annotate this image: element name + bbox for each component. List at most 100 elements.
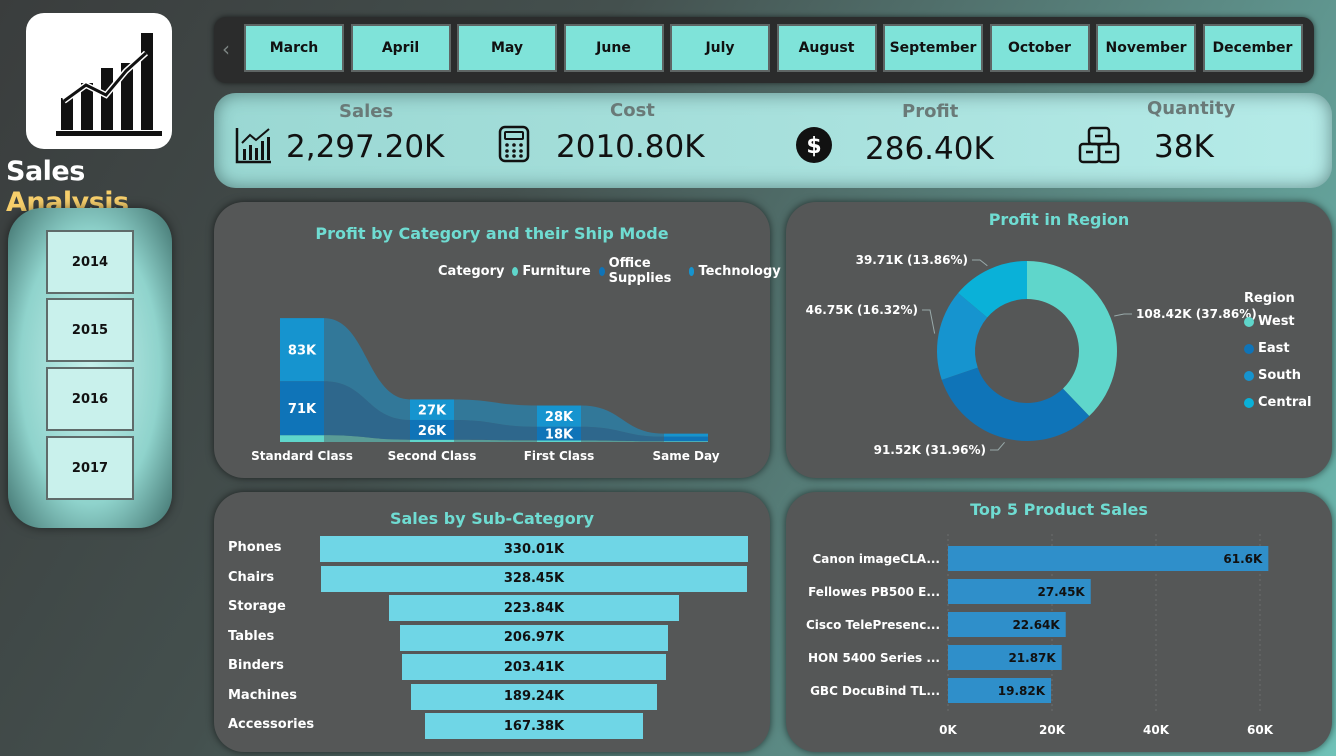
region-legend-item-central[interactable]: Central bbox=[1244, 395, 1311, 410]
ship-mode-ribbon-chart: Standard Class Second Class First Class Sam… bbox=[251, 318, 720, 463]
svg-text:$: $ bbox=[806, 134, 821, 159]
year-button-2017[interactable]: 2017 bbox=[46, 436, 134, 500]
calculator-icon bbox=[498, 125, 530, 163]
legend-dot bbox=[1244, 316, 1254, 327]
month-button-august[interactable]: August bbox=[776, 24, 877, 72]
year-button-2015[interactable]: 2015 bbox=[46, 298, 134, 362]
subcategory-bar: 189.24K bbox=[411, 683, 657, 710]
subcategory-label: Phones bbox=[228, 540, 282, 555]
donut-slice-east bbox=[941, 367, 1090, 441]
ship-mode-card: Profit by Category and their Ship Mode C… bbox=[214, 202, 781, 478]
subcategory-label: Tables bbox=[228, 628, 275, 644]
product-value-label: 61.6K bbox=[1223, 552, 1263, 566]
kpi-sales-label: Sales bbox=[339, 101, 394, 122]
region-legend-item-east[interactable]: East bbox=[1244, 341, 1290, 356]
bar-furniture bbox=[280, 435, 324, 442]
donut-label-south: 46.75K (16.32%) bbox=[806, 303, 918, 317]
kpi-quantity-label: Quantity bbox=[1147, 98, 1236, 119]
scroll-left-icon[interactable]: ‹ bbox=[222, 37, 230, 61]
bar-technology bbox=[664, 433, 708, 437]
donut-label-east: 91.52K (31.96%) bbox=[874, 443, 986, 457]
app-logo bbox=[26, 13, 172, 149]
leader-line bbox=[922, 309, 936, 334]
region-legend-item-south[interactable]: South bbox=[1244, 368, 1301, 383]
year-button-2014[interactable]: 2014 bbox=[46, 230, 134, 294]
funnel-row: Accessories 167.38K bbox=[214, 713, 770, 739]
month-button-october[interactable]: October bbox=[989, 24, 1090, 72]
year-slicer: 2014 2015 2016 2017 bbox=[8, 208, 172, 528]
dollar-icon: $ bbox=[796, 127, 832, 163]
bar-chart-logo-icon bbox=[56, 33, 162, 136]
year-button-2016[interactable]: 2016 bbox=[46, 367, 134, 431]
product-label: Canon imageCLA... bbox=[813, 552, 941, 566]
data-label: 28K bbox=[545, 410, 574, 425]
x-tick-label: 40K bbox=[1143, 723, 1170, 737]
kpi-sales-value: 2,297.20K bbox=[286, 129, 445, 165]
funnel-row: Binders 203.41K bbox=[214, 654, 770, 680]
line-chart-icon bbox=[235, 128, 271, 164]
region-legend-title: Region bbox=[1244, 291, 1295, 306]
data-label: 27K bbox=[418, 404, 447, 419]
donut-slice-west bbox=[1027, 261, 1117, 417]
data-label: 83K bbox=[288, 344, 317, 359]
subcategory-bar: 206.97K bbox=[399, 624, 669, 651]
bar-furniture bbox=[410, 439, 454, 442]
x-tick-label: 60K bbox=[1247, 723, 1274, 737]
kpi-profit-value: 286.40K bbox=[865, 131, 994, 167]
product-value-label: 19.82K bbox=[998, 684, 1046, 698]
subcategory-bar: 167.38K bbox=[425, 713, 643, 739]
product-label: Cisco TelePresenc... bbox=[806, 618, 940, 632]
month-button-april[interactable]: April bbox=[350, 24, 451, 72]
x-tick-label: Standard Class bbox=[251, 449, 353, 463]
funnel-row: Phones 330.01K bbox=[214, 536, 770, 562]
kpi-quantity-value: 38K bbox=[1154, 129, 1214, 165]
product-bar bbox=[948, 546, 1269, 571]
month-button-september[interactable]: September bbox=[883, 24, 983, 72]
donut-label-central: 39.71K (13.86%) bbox=[856, 253, 968, 267]
donut-label-west: 108.42K (37.86%) bbox=[1136, 307, 1257, 321]
top-products-bar-chart: 0K 20K 40K 60K 61.6K Canon imageCLA... 27.45K F… bbox=[806, 534, 1274, 737]
x-tick-label: 0K bbox=[939, 723, 957, 737]
data-label: 18K bbox=[545, 428, 574, 443]
legend-dot bbox=[1244, 370, 1254, 381]
funnel-row: Machines 189.24K bbox=[214, 683, 770, 710]
kpi-band: Sales 2,297.20K Cost 2010.80K Profit $ 2… bbox=[214, 93, 1332, 188]
subcategory-label: Chairs bbox=[228, 569, 275, 585]
product-value-label: 22.64K bbox=[1012, 618, 1060, 632]
legend-label: East bbox=[1258, 341, 1290, 356]
subcategory-bar: 328.45K bbox=[321, 565, 747, 592]
kpi-cost-value: 2010.80K bbox=[556, 129, 705, 165]
bar-office-supplies bbox=[664, 436, 708, 442]
leader-line bbox=[990, 441, 1005, 451]
subcategory-bar: 330.01K bbox=[320, 536, 748, 562]
kpi-cost-label: Cost bbox=[610, 100, 655, 121]
legend-label: West bbox=[1258, 314, 1295, 329]
product-value-label: 21.87K bbox=[1008, 651, 1056, 665]
month-button-july[interactable]: July bbox=[670, 24, 770, 72]
leader-line bbox=[1114, 313, 1132, 317]
x-tick-label: First Class bbox=[524, 449, 595, 463]
legend-dot bbox=[1244, 343, 1254, 354]
product-label: Fellowes PB500 E... bbox=[808, 585, 940, 599]
subcategory-label: Binders bbox=[228, 658, 284, 673]
legend-label: South bbox=[1258, 368, 1302, 383]
month-button-march[interactable]: March bbox=[244, 24, 344, 72]
top-products-card: Top 5 Product Sales 0K 20K 40K 60K 61.6K Cano… bbox=[786, 492, 1332, 752]
subcategory-label: Storage bbox=[228, 599, 286, 614]
month-button-november[interactable]: November bbox=[1096, 24, 1196, 72]
month-button-december[interactable]: December bbox=[1202, 24, 1303, 72]
x-tick-label: 20K bbox=[1039, 723, 1066, 737]
month-button-may[interactable]: May bbox=[457, 24, 557, 72]
kpi-profit-label: Profit bbox=[902, 101, 959, 122]
subcategory-card: Sales by Sub-Category Phones 330.01K Chair… bbox=[214, 492, 770, 752]
bar-furniture bbox=[664, 441, 708, 442]
funnel-row: Tables 206.97K bbox=[214, 624, 770, 651]
region-donut-chart: 108.42K (37.86%) 91.52K (31.96%) 46.75K (1… bbox=[806, 253, 1257, 457]
app-title-main: Sales bbox=[6, 156, 85, 187]
subcategory-label: Machines bbox=[228, 687, 297, 703]
month-button-june[interactable]: June bbox=[563, 24, 664, 72]
leader-line bbox=[972, 259, 988, 267]
boxes-icon bbox=[1078, 126, 1120, 164]
legend-label: Central bbox=[1258, 395, 1312, 410]
region-legend-item-west[interactable]: West bbox=[1244, 314, 1295, 329]
